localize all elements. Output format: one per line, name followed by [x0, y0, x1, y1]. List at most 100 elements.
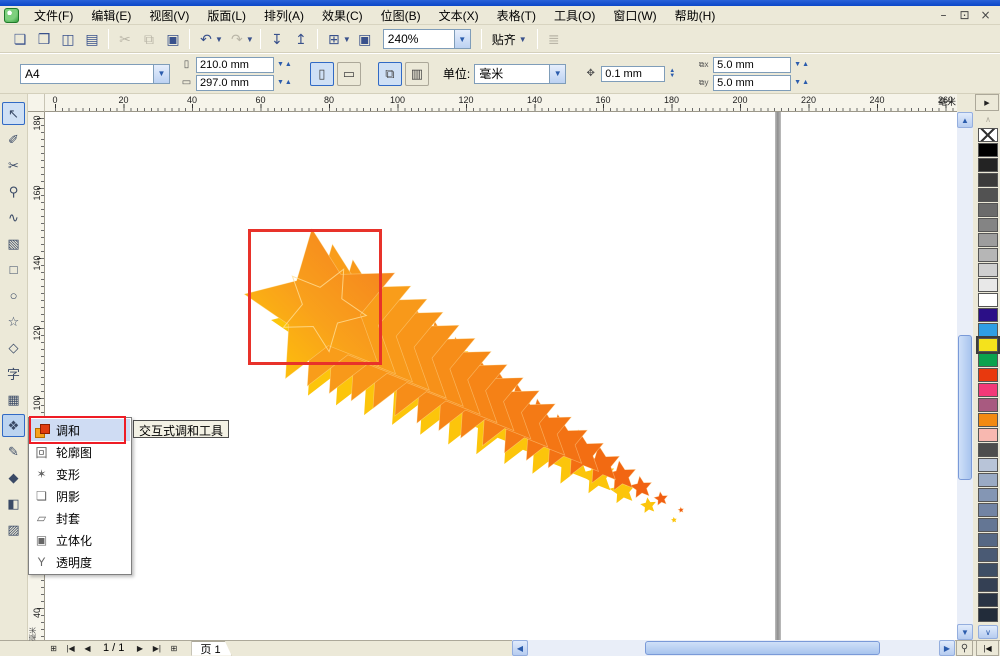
welcome-screen-button[interactable]: ▣ [353, 28, 377, 50]
shape-tool[interactable]: ✐ [2, 128, 25, 151]
smart-fill-tool[interactable]: ▧ [2, 232, 25, 255]
units-combo[interactable]: 毫米 ▼ [474, 63, 567, 84]
menu-item-help[interactable]: 帮助(H) [666, 5, 725, 26]
freehand-tool[interactable]: ∿ [2, 206, 25, 229]
chevron-down-icon[interactable]: ▼ [343, 35, 351, 44]
ellipse-tool[interactable]: ○ [2, 284, 25, 307]
spinner-icons[interactable]: ▲ ▼ [669, 68, 675, 79]
save-button[interactable]: ◫ [56, 28, 80, 50]
minimize-button[interactable]: – [935, 8, 952, 22]
color-swatch[interactable] [978, 548, 998, 562]
scroll-up-icon[interactable]: ▲ [957, 112, 973, 128]
eyedropper-tool[interactable]: ✎ [2, 440, 25, 463]
zoom-level-combo[interactable]: 240% ▼ [382, 29, 471, 49]
color-swatch[interactable] [978, 308, 998, 322]
palette-scroll-down-icon[interactable]: ∨ [978, 625, 998, 639]
horizontal-ruler[interactable]: 0 20 40 60 80 100 120 140 160 180 200 220 240 260 [45, 94, 957, 112]
flyout-item-extrude[interactable]: ▣ 立体化 [30, 529, 130, 551]
snap-to-dropdown[interactable]: 贴齐 ▼ [486, 29, 533, 50]
spinner-icons[interactable]: ▼▲ [277, 79, 293, 86]
first-page-button[interactable]: |◀ [63, 641, 78, 655]
rectangle-tool[interactable]: □ [2, 258, 25, 281]
horizontal-scrollbar-thumb[interactable] [645, 641, 880, 655]
flyout-item-transparency[interactable]: Y 透明度 [30, 551, 130, 573]
options-icon[interactable]: ≣ [542, 28, 566, 50]
color-swatch[interactable] [978, 353, 998, 367]
color-swatch[interactable] [978, 203, 998, 217]
last-page-button[interactable]: ▶| [149, 641, 164, 655]
current-page-button[interactable]: ▥ [404, 61, 429, 86]
interactive-blend-tool[interactable]: ❖ [2, 414, 25, 437]
flyout-item-drop-shadow[interactable]: ❏ 阴影 [30, 485, 130, 507]
menu-item-layout[interactable]: 版面(L) [198, 5, 255, 26]
crop-tool[interactable]: ✂ [2, 154, 25, 177]
color-swatch[interactable] [978, 173, 998, 187]
color-swatch[interactable] [978, 323, 998, 337]
pick-tool[interactable]: ↖ [2, 102, 25, 125]
menu-item-text[interactable]: 文本(X) [430, 5, 488, 26]
menu-item-edit[interactable]: 编辑(E) [82, 5, 140, 26]
fill-tool[interactable]: ◧ [2, 492, 25, 515]
new-button[interactable]: ❏ [8, 28, 32, 50]
chevron-down-icon[interactable]: ▼ [153, 64, 169, 83]
basic-shapes-tool[interactable]: ◇ [2, 336, 25, 359]
import-button[interactable]: ↧ [265, 28, 289, 50]
color-swatch[interactable] [978, 428, 998, 442]
all-pages-button[interactable]: ⧉ [377, 61, 402, 86]
menu-item-file[interactable]: 文件(F) [25, 5, 82, 26]
duplicate-y-field[interactable]: 5.0 mm [713, 74, 792, 91]
restore-button[interactable]: ⊡ [956, 8, 973, 22]
color-swatch[interactable] [978, 578, 998, 592]
color-swatch[interactable] [978, 488, 998, 502]
vertical-scrollbar-thumb[interactable] [958, 335, 972, 480]
color-swatch[interactable] [978, 413, 998, 427]
paste-button[interactable]: ▣ [161, 28, 185, 50]
color-swatch[interactable] [978, 278, 998, 292]
prev-page-button[interactable]: ◀ [80, 641, 95, 655]
color-swatch[interactable] [978, 263, 998, 277]
chevron-down-icon[interactable]: ▼ [453, 30, 470, 48]
flyout-item-contour[interactable]: 回轮廓图 [30, 441, 130, 463]
zoom-tool[interactable]: ⚲ [2, 180, 25, 203]
palette-scroll-up-icon[interactable]: ∧ [978, 113, 998, 126]
color-swatch[interactable] [978, 368, 998, 382]
chevron-down-icon[interactable]: ▼ [215, 35, 223, 44]
color-swatch[interactable] [978, 593, 998, 607]
color-swatch[interactable] [978, 518, 998, 532]
color-swatch[interactable] [978, 533, 998, 547]
color-swatch[interactable] [978, 248, 998, 262]
color-swatch[interactable] [978, 218, 998, 232]
portrait-button[interactable]: ▯ [309, 61, 334, 86]
color-swatch[interactable] [978, 398, 998, 412]
interactive-fill-tool[interactable]: ▨ [2, 518, 25, 541]
scroll-left-icon[interactable]: ◀ [512, 640, 528, 656]
horizontal-scrollbar[interactable]: ◀ ▶ [512, 640, 955, 656]
print-button[interactable]: ▤ [80, 28, 104, 50]
color-swatch[interactable] [978, 473, 998, 487]
text-tool[interactable]: 字 [2, 362, 25, 385]
open-button[interactable]: ❒ [32, 28, 56, 50]
page-tab[interactable]: 页 1 [191, 641, 231, 656]
landscape-button[interactable]: ▭ [336, 61, 361, 86]
export-button[interactable]: ↥ [289, 28, 313, 50]
navigator-zoom-button[interactable]: ⚲ [956, 640, 973, 656]
spinner-icons[interactable]: ▼▲ [794, 79, 810, 86]
add-page-start-button[interactable]: ⊞ [46, 641, 61, 655]
scroll-right-icon[interactable]: ▶ [939, 640, 955, 656]
color-swatch[interactable] [978, 233, 998, 247]
paper-height-field[interactable]: 297.0 mm [196, 74, 274, 91]
color-swatch[interactable] [978, 443, 998, 457]
no-color-swatch[interactable] [978, 128, 998, 142]
color-swatch[interactable] [978, 293, 998, 307]
cut-button[interactable]: ✂ [113, 28, 137, 50]
color-swatch[interactable] [978, 158, 998, 172]
polygon-tool[interactable]: ☆ [2, 310, 25, 333]
color-swatch[interactable] [978, 608, 998, 622]
paper-preset-combo[interactable]: A4 ▼ [20, 63, 170, 84]
chevron-down-icon[interactable]: ▼ [549, 64, 566, 83]
color-swatch[interactable] [978, 563, 998, 577]
flyout-item-envelope[interactable]: ▱ 封套 [30, 507, 130, 529]
menu-item-view[interactable]: 视图(V) [140, 5, 198, 26]
copy-button[interactable]: ⧉ [137, 28, 161, 50]
menu-item-bitmaps[interactable]: 位图(B) [372, 5, 430, 26]
